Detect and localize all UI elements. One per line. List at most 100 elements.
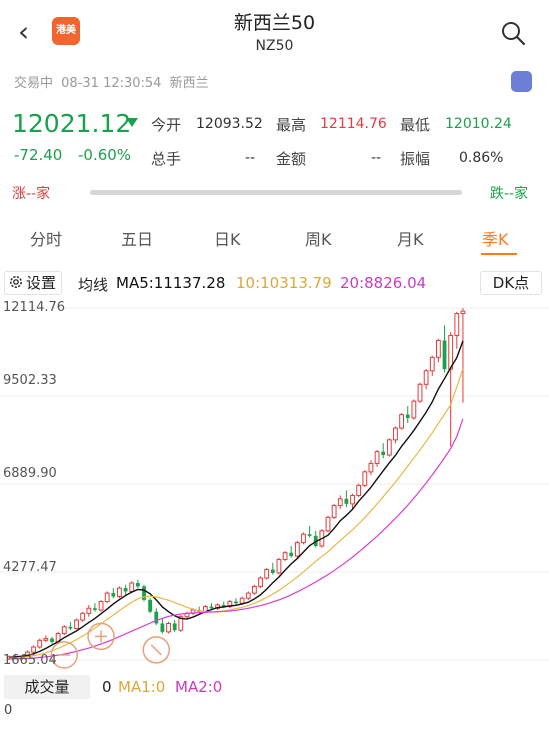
settings-label: 设置: [26, 274, 57, 292]
candle-down: [289, 552, 294, 557]
candle-down: [442, 340, 447, 370]
low-value: 12010.24: [445, 116, 512, 132]
candle-down: [270, 569, 275, 573]
settings-button[interactable]: 设置: [4, 271, 63, 295]
volume-axis-zero: 0: [4, 703, 13, 718]
signal-marker-icon[interactable]: [142, 636, 171, 664]
tab-weekly-k[interactable]: 周K: [305, 226, 332, 250]
trading-status: 交易中 08-31 12:30:54 新西兰: [14, 72, 213, 91]
price-change-pct: -0.60%: [78, 146, 132, 164]
candle-up: [454, 313, 460, 336]
candle-up: [294, 542, 300, 557]
candle-up: [331, 505, 337, 518]
candle-up: [429, 356, 435, 372]
candle-up: [393, 427, 398, 441]
amplitude-value: 0.86%: [459, 150, 504, 166]
candle-up: [98, 601, 104, 611]
candle-down: [68, 626, 73, 629]
candle-down: [111, 593, 116, 597]
search-icon[interactable]: [500, 20, 526, 46]
y-tick-label: 4277.47: [3, 560, 57, 575]
y-tick-label: 12114.76: [3, 300, 66, 315]
candle-up: [61, 626, 67, 635]
candle-down: [405, 414, 410, 418]
globe-icon[interactable]: [511, 71, 532, 92]
candle-down: [93, 608, 97, 610]
candle-up: [301, 533, 306, 544]
candle-up: [276, 558, 282, 574]
candle-down: [148, 599, 153, 612]
open-value: 12093.52: [196, 116, 263, 132]
volume-label: 总手: [151, 150, 182, 168]
candle-down: [381, 451, 386, 456]
candle-down: [209, 606, 214, 609]
candle-down: [123, 588, 128, 592]
candle-up: [117, 587, 122, 598]
candle-up: [435, 339, 441, 358]
candle-up: [362, 471, 368, 486]
candle-up: [325, 516, 331, 532]
candle-up: [86, 607, 92, 614]
volume-value: 0: [102, 678, 112, 696]
kline-chart[interactable]: 12114.76 9502.33 6889.90 4277.47 1665.04: [0, 298, 549, 670]
tab-intraday[interactable]: 分时: [30, 226, 62, 250]
candle-up: [386, 439, 392, 456]
tab-monthly-k[interactable]: 月K: [397, 226, 424, 250]
ma10-line: [9, 368, 464, 659]
y-tick-label: 9502.33: [3, 373, 57, 388]
candle-up: [411, 400, 417, 419]
quote-datetime: 08-31 12:30:54: [61, 76, 162, 91]
dk-point-button[interactable]: DK点: [480, 271, 542, 295]
high-value: 12114.76: [320, 116, 387, 132]
app-header: ‹ 港美 新西兰50 NZ50: [0, 0, 549, 66]
candle-down: [307, 534, 312, 536]
candle-up: [37, 639, 43, 648]
candle-up: [74, 619, 79, 630]
candle-up: [80, 612, 86, 621]
tab-daily-k[interactable]: 日K: [214, 226, 241, 250]
candle-down: [160, 623, 165, 632]
ma-title: 均线: [78, 276, 109, 294]
candle-up: [264, 569, 270, 579]
page-subtitle: NZ50: [255, 38, 294, 54]
candle-up: [417, 383, 423, 402]
amplitude-label: 振幅: [400, 150, 431, 168]
candle-up: [104, 592, 110, 603]
candle-up: [43, 638, 49, 641]
candle-up: [399, 414, 405, 429]
gear-icon: [10, 276, 22, 288]
candle-up: [129, 582, 135, 592]
candle-up: [460, 310, 466, 315]
price-change: -72.40: [14, 146, 63, 164]
y-tick-label: 6889.90: [3, 466, 57, 481]
advance-decline-bar: [90, 190, 462, 195]
kline-svg: [0, 307, 549, 669]
tab-quarterly-k[interactable]: 季K: [482, 226, 509, 250]
candle-up: [258, 577, 263, 587]
candle-down: [344, 498, 349, 504]
ma10-value: 10:10313.79: [236, 274, 332, 292]
candle-up: [356, 484, 362, 496]
signal-marker-icon[interactable]: [87, 622, 115, 651]
page-title: 新西兰50: [233, 12, 316, 34]
tab-five-day[interactable]: 五日: [121, 226, 153, 250]
volume-indicator-button[interactable]: 成交量: [4, 675, 90, 699]
volume-legend-bar: 成交量 0 MA1:0 MA2:0: [0, 675, 549, 701]
down-arrow-icon: [126, 118, 138, 127]
volume-value: --: [245, 150, 256, 166]
volume-ma1: MA1:0: [118, 678, 166, 696]
candle-up: [251, 585, 257, 594]
high-label: 最高: [276, 116, 307, 134]
low-label: 最低: [400, 116, 431, 134]
candle-up: [31, 646, 37, 653]
y-tick-label: 1665.04: [3, 653, 57, 668]
candle-down: [154, 611, 159, 624]
candle-down: [50, 638, 54, 642]
volume-ma2: MA2:0: [175, 678, 223, 696]
period-tabs: 分时 五日 日K 周K 月K 季K: [0, 226, 549, 260]
candle-up: [282, 552, 288, 560]
trading-state: 交易中: [14, 76, 54, 91]
candle-down: [172, 623, 177, 631]
candle-down: [135, 583, 140, 587]
candle-up: [337, 498, 343, 507]
